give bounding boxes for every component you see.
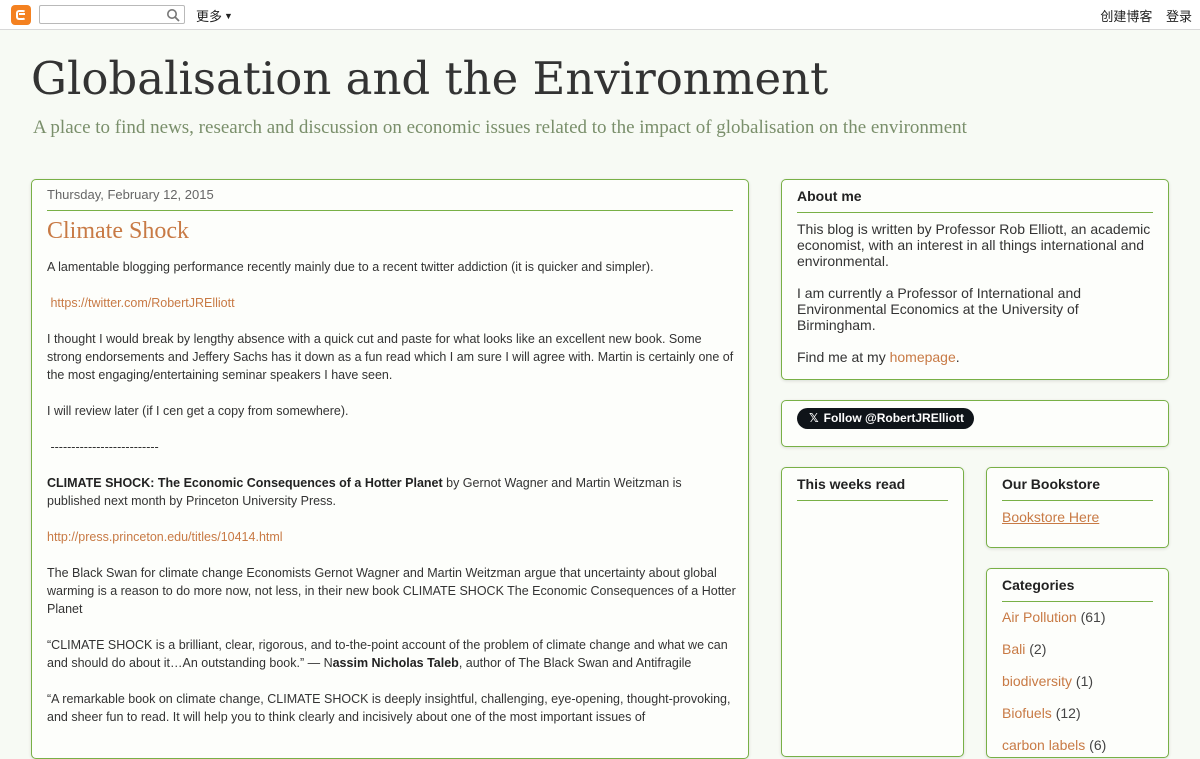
post-quote: “CLIMATE SHOCK is a brilliant, clear, ri… <box>47 636 737 672</box>
twitter-follow-widget: 𝕏 Follow @RobertJRElliott <box>781 400 1169 447</box>
post-divider: -------------------------- <box>47 438 737 456</box>
twitter-follow-button[interactable]: 𝕏 Follow @RobertJRElliott <box>797 408 975 429</box>
homepage-link[interactable]: homepage <box>890 349 956 365</box>
widget-divider <box>797 212 1153 213</box>
category-count: (2) <box>1029 641 1047 657</box>
widget-divider <box>1002 601 1153 602</box>
post-date: Thursday, February 12, 2015 <box>47 187 214 202</box>
about-text: This blog is written by Professor Rob El… <box>797 221 1157 379</box>
post-paragraph: I thought I would break by lengthy absen… <box>47 332 734 382</box>
create-blog-link[interactable]: 创建博客 <box>1100 9 1152 24</box>
about-me-widget: About me This blog is written by Profess… <box>781 179 1169 380</box>
quote-author: assim Nicholas Taleb <box>332 656 459 670</box>
about-paragraph: This blog is written by Professor Rob El… <box>797 221 1151 269</box>
category-count: (1) <box>1075 673 1094 689</box>
navbar: 更多 ▼ 创建博客 登录 <box>0 0 1200 30</box>
categories-widget: Categories Air Pollution (61) Bali (2) b… <box>986 568 1169 758</box>
post-paragraph: http://press.princeton.edu/titles/10414.… <box>47 528 737 546</box>
post-box: Thursday, February 12, 2015 Climate Shoc… <box>31 179 749 759</box>
date-divider <box>47 210 733 211</box>
twitter-link[interactable]: https://twitter.com/RobertJRElliott <box>50 296 234 310</box>
widget-divider <box>797 500 948 501</box>
category-item: carbon labels (6) <box>1002 737 1107 757</box>
caret-down-icon: ▼ <box>224 11 233 21</box>
post-title[interactable]: Climate Shock <box>47 218 189 245</box>
login-link[interactable]: 登录 <box>1166 9 1192 24</box>
more-menu-button[interactable]: 更多 ▼ <box>196 6 233 25</box>
follow-label: Follow @RobertJRElliott <box>823 411 965 425</box>
post-paragraph: The Black Swan for climate change Econom… <box>47 566 736 616</box>
category-link[interactable]: Bali <box>1002 641 1025 657</box>
widget-divider <box>1002 500 1153 501</box>
press-link[interactable]: http://press.princeton.edu/titles/10414.… <box>47 530 283 544</box>
this-weeks-read-widget: This weeks read <box>781 467 964 757</box>
book-title: CLIMATE SHOCK: The Economic Consequences… <box>47 476 443 490</box>
more-menu-label: 更多 <box>196 9 223 24</box>
x-logo-icon: 𝕏 <box>809 411 819 425</box>
category-item: biodiversity (1) <box>1002 673 1106 705</box>
search-icon[interactable] <box>166 8 180 22</box>
bookstore-link[interactable]: Bookstore Here <box>1002 509 1099 525</box>
quote-author-note: , author of The Black Swan and Antifragi… <box>458 656 692 670</box>
category-count: (6) <box>1089 737 1107 753</box>
post-paragraph: CLIMATE SHOCK: The Economic Consequences… <box>47 474 737 510</box>
blog-description: A place to find news, research and discu… <box>33 117 967 138</box>
divider-text: -------------------------- <box>50 440 159 454</box>
bookstore-widget: Our Bookstore Bookstore Here <box>986 467 1169 548</box>
about-period: . <box>955 349 960 365</box>
post-quote: “A remarkable book on climate change, CL… <box>47 692 731 724</box>
post-paragraph: https://twitter.com/RobertJRElliott <box>47 294 737 312</box>
category-link[interactable]: Biofuels <box>1002 705 1052 721</box>
post-paragraph: A lamentable blogging performance recent… <box>47 260 654 274</box>
category-item: Bali (2) <box>1002 641 1106 673</box>
category-count: (61) <box>1080 609 1106 625</box>
category-item: Biofuels (12) <box>1002 705 1106 737</box>
search-input[interactable] <box>40 6 168 24</box>
widget-title: About me <box>797 188 862 204</box>
navbar-right: 创建博客 登录 <box>1090 6 1192 25</box>
about-find-text: Find me at my <box>797 349 890 365</box>
category-link[interactable]: Air Pollution <box>1002 609 1077 625</box>
blogger-logo-icon[interactable] <box>11 5 31 25</box>
category-count: (12) <box>1055 705 1081 721</box>
navbar-search <box>39 5 185 24</box>
blog-title[interactable]: Globalisation and the Environment <box>31 52 828 105</box>
widget-title: Our Bookstore <box>1002 476 1101 492</box>
category-item: Air Pollution (61) <box>1002 609 1106 641</box>
category-link[interactable]: carbon labels <box>1002 737 1085 753</box>
widget-title: This weeks read <box>797 476 906 492</box>
category-list: Air Pollution (61) Bali (2) biodiversity… <box>1002 609 1107 757</box>
about-paragraph: Find me at my homepage. <box>797 349 1157 365</box>
post-body: A lamentable blogging performance recent… <box>47 258 737 744</box>
post-paragraph: I will review later (if I cen get a copy… <box>47 404 349 418</box>
about-paragraph: I am currently a Professor of Internatio… <box>797 285 1082 333</box>
category-link[interactable]: biodiversity <box>1002 673 1072 689</box>
widget-title: Categories <box>1002 577 1075 593</box>
